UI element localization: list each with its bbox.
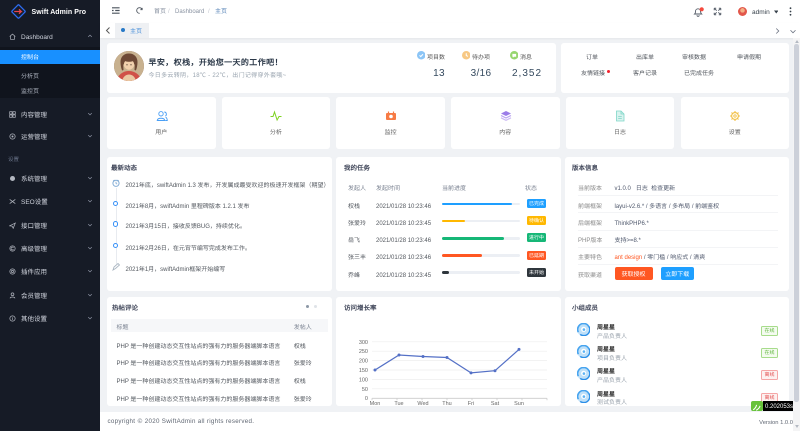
- svg-text:Tue: Tue: [394, 400, 403, 406]
- svg-text:Mon: Mon: [369, 400, 380, 406]
- svg-text:Sat: Sat: [491, 400, 500, 406]
- svg-text:Wed: Wed: [417, 400, 428, 406]
- svg-text:Fri: Fri: [468, 400, 474, 406]
- svg-text:300: 300: [359, 339, 368, 345]
- svg-text:250: 250: [359, 349, 368, 355]
- svg-text:0: 0: [365, 396, 368, 402]
- svg-text:100: 100: [359, 377, 368, 383]
- svg-text:200: 200: [359, 358, 368, 364]
- svg-text:150: 150: [359, 367, 368, 373]
- svg-text:Sun: Sun: [514, 400, 524, 406]
- svg-text:50: 50: [362, 386, 368, 392]
- svg-text:Thu: Thu: [442, 400, 451, 406]
